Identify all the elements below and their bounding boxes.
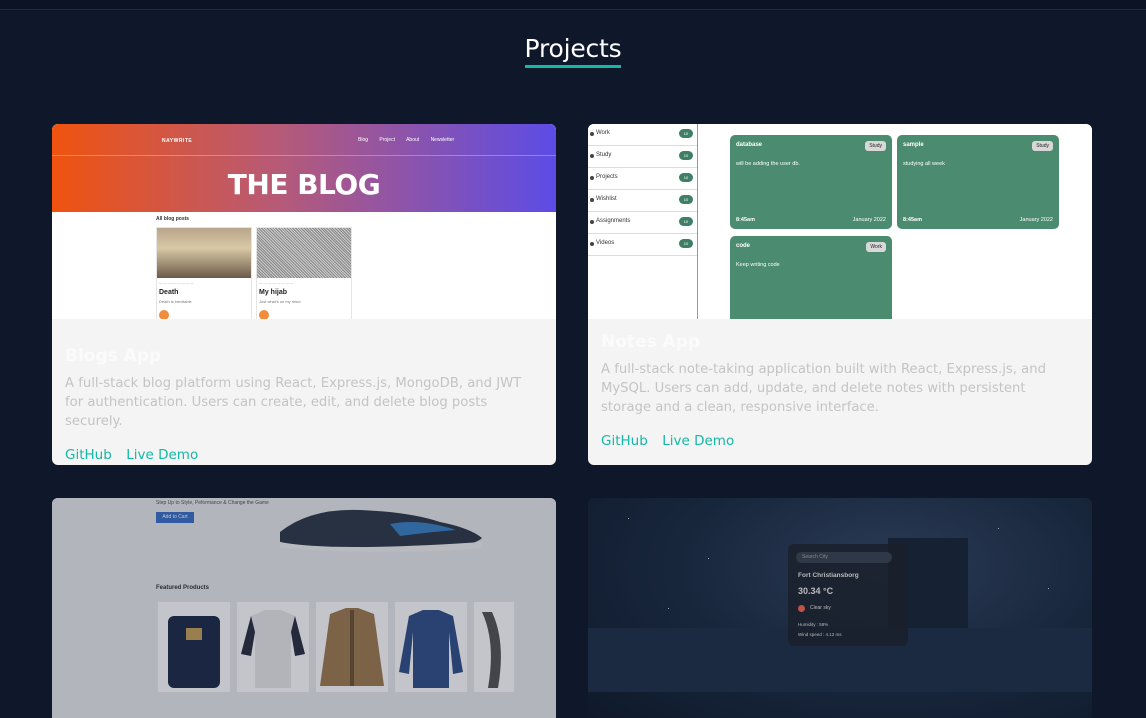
category-count: 10 bbox=[679, 217, 693, 226]
project-preview-image: Search City Fort Christiansborg 30.34 °C… bbox=[588, 498, 1092, 718]
post-meta: — — — — — — — — bbox=[259, 281, 294, 285]
star bbox=[998, 528, 999, 529]
category-item: Assignments 10 bbox=[588, 212, 697, 234]
category-label: Projects bbox=[596, 174, 618, 180]
weather-icon bbox=[798, 605, 805, 612]
bullet-icon bbox=[590, 220, 594, 224]
project-card-notes: Work 10 Study 10 Projects 10 Wishlist 10 Ass… bbox=[588, 124, 1092, 465]
category-item: Projects 10 bbox=[588, 168, 697, 190]
category-count: 10 bbox=[679, 129, 693, 138]
github-link[interactable]: GitHub bbox=[601, 433, 648, 449]
star bbox=[1048, 588, 1049, 589]
star bbox=[668, 608, 669, 609]
category-label: Videos bbox=[596, 240, 615, 246]
top-nav-border bbox=[0, 0, 1146, 10]
note-card: database Study will be adding the user d… bbox=[730, 135, 892, 229]
post-meta: — — — — — — — — bbox=[159, 281, 194, 285]
bullet-icon bbox=[590, 132, 594, 136]
category-count: 10 bbox=[679, 195, 693, 204]
category-item: Videos 10 bbox=[588, 234, 697, 256]
project-preview-image: NAYWRITE Blog Project About Newsletter T… bbox=[52, 124, 556, 319]
note-time: 8:45am bbox=[903, 217, 922, 223]
category-item: Study 10 bbox=[588, 146, 697, 168]
blog-post-card: — — — — — — — — My hijab Just what's on … bbox=[256, 227, 352, 319]
category-label: Assignments bbox=[596, 218, 631, 224]
category-count: 10 bbox=[679, 239, 693, 248]
post-snippet: Death is inevitable bbox=[159, 299, 192, 304]
blog-nav-item: About bbox=[406, 137, 420, 143]
note-card: code Work Keep writing code bbox=[730, 236, 892, 319]
live-demo-link[interactable]: Live Demo bbox=[662, 433, 734, 449]
note-date: January 2022 bbox=[852, 217, 886, 223]
category-label: Wishlist bbox=[596, 196, 617, 202]
star bbox=[628, 518, 629, 519]
temperature: 30.34 °C bbox=[798, 586, 834, 596]
note-date: January 2022 bbox=[1019, 217, 1053, 223]
author-avatar bbox=[259, 310, 269, 319]
project-preview-image: Work 10 Study 10 Projects 10 Wishlist 10 Ass… bbox=[588, 124, 1092, 319]
section-title: Projects bbox=[524, 34, 622, 68]
blog-logo: NAYWRITE bbox=[162, 138, 193, 144]
note-body: Keep writing code bbox=[736, 262, 780, 268]
city-search-input: Search City bbox=[796, 552, 892, 563]
project-card-body: Notes App A full-stack note-taking appli… bbox=[601, 332, 1079, 450]
project-links: GitHub Live Demo bbox=[65, 446, 543, 464]
category-count: 10 bbox=[679, 151, 693, 160]
note-title: sample bbox=[903, 142, 924, 148]
project-card-shop: Step Up to Style, Peformance & Change th… bbox=[52, 498, 556, 718]
notes-sidebar: Work 10 Study 10 Projects 10 Wishlist 10 Ass… bbox=[588, 124, 698, 319]
section-header: Projects bbox=[0, 34, 1146, 68]
note-body: will be adding the user db. bbox=[736, 161, 800, 167]
bullet-icon bbox=[590, 198, 594, 202]
humidity: Humidity : 59% bbox=[798, 622, 829, 627]
note-title: code bbox=[736, 243, 751, 249]
bullet-icon bbox=[590, 242, 594, 246]
note-tag: Study bbox=[865, 141, 886, 151]
blog-nav-item: Blog bbox=[358, 137, 369, 143]
blog-nav-item: Newsletter bbox=[430, 137, 455, 143]
blog-nav-item: Project bbox=[379, 137, 395, 143]
note-time: 8:45am bbox=[736, 217, 755, 223]
note-title: database bbox=[736, 142, 763, 148]
preview-overlay bbox=[52, 498, 556, 718]
category-label: Work bbox=[596, 130, 610, 136]
category-item: Work 10 bbox=[588, 124, 697, 146]
category-label: Study bbox=[596, 152, 612, 158]
project-title: Notes App bbox=[601, 332, 701, 352]
post-image bbox=[257, 228, 351, 278]
weather-widget: Search City Fort Christiansborg 30.34 °C… bbox=[788, 544, 908, 646]
category-item: Wishlist 10 bbox=[588, 190, 697, 212]
post-title: My hijab bbox=[259, 289, 288, 296]
blog-section-label: All blog posts bbox=[156, 216, 190, 222]
star bbox=[708, 558, 709, 559]
city-name: Fort Christiansborg bbox=[798, 572, 859, 579]
post-title: Death bbox=[159, 289, 179, 296]
note-tag: Study bbox=[1032, 141, 1053, 151]
project-card-blogs: NAYWRITE Blog Project About Newsletter T… bbox=[52, 124, 556, 465]
project-description: A full-stack blog platform using React, … bbox=[65, 376, 522, 429]
blog-nav: Blog Project About Newsletter bbox=[358, 137, 464, 143]
project-links: GitHub Live Demo bbox=[601, 432, 1079, 450]
project-card-weather: Search City Fort Christiansborg 30.34 °C… bbox=[588, 498, 1092, 718]
category-count: 10 bbox=[679, 173, 693, 182]
bullet-icon bbox=[590, 176, 594, 180]
blog-post-card: — — — — — — — — Death Death is inevitabl… bbox=[156, 227, 252, 319]
github-link[interactable]: GitHub bbox=[65, 447, 112, 463]
weather-condition: Clear sky bbox=[810, 605, 831, 611]
post-image bbox=[157, 228, 251, 278]
author-avatar bbox=[159, 310, 169, 319]
live-demo-link[interactable]: Live Demo bbox=[126, 447, 198, 463]
bullet-icon bbox=[590, 154, 594, 158]
project-description: A full-stack note-taking application bui… bbox=[601, 362, 1046, 415]
project-card-body: Blogs App A full-stack blog platform usi… bbox=[65, 346, 543, 464]
project-title: Blogs App bbox=[65, 346, 162, 366]
blog-headline: THE BLOG bbox=[227, 168, 381, 201]
project-preview-image: Step Up to Style, Peformance & Change th… bbox=[52, 498, 556, 718]
post-snippet: Just what's on my mind bbox=[259, 299, 301, 304]
note-tag: Work bbox=[866, 242, 886, 252]
blog-divider bbox=[52, 155, 556, 156]
note-body: studying all week bbox=[903, 161, 945, 167]
wind-speed: Wind speed : 4.12 ms bbox=[798, 632, 842, 637]
note-card: sample Study studying all week 8:45am Ja… bbox=[897, 135, 1059, 229]
